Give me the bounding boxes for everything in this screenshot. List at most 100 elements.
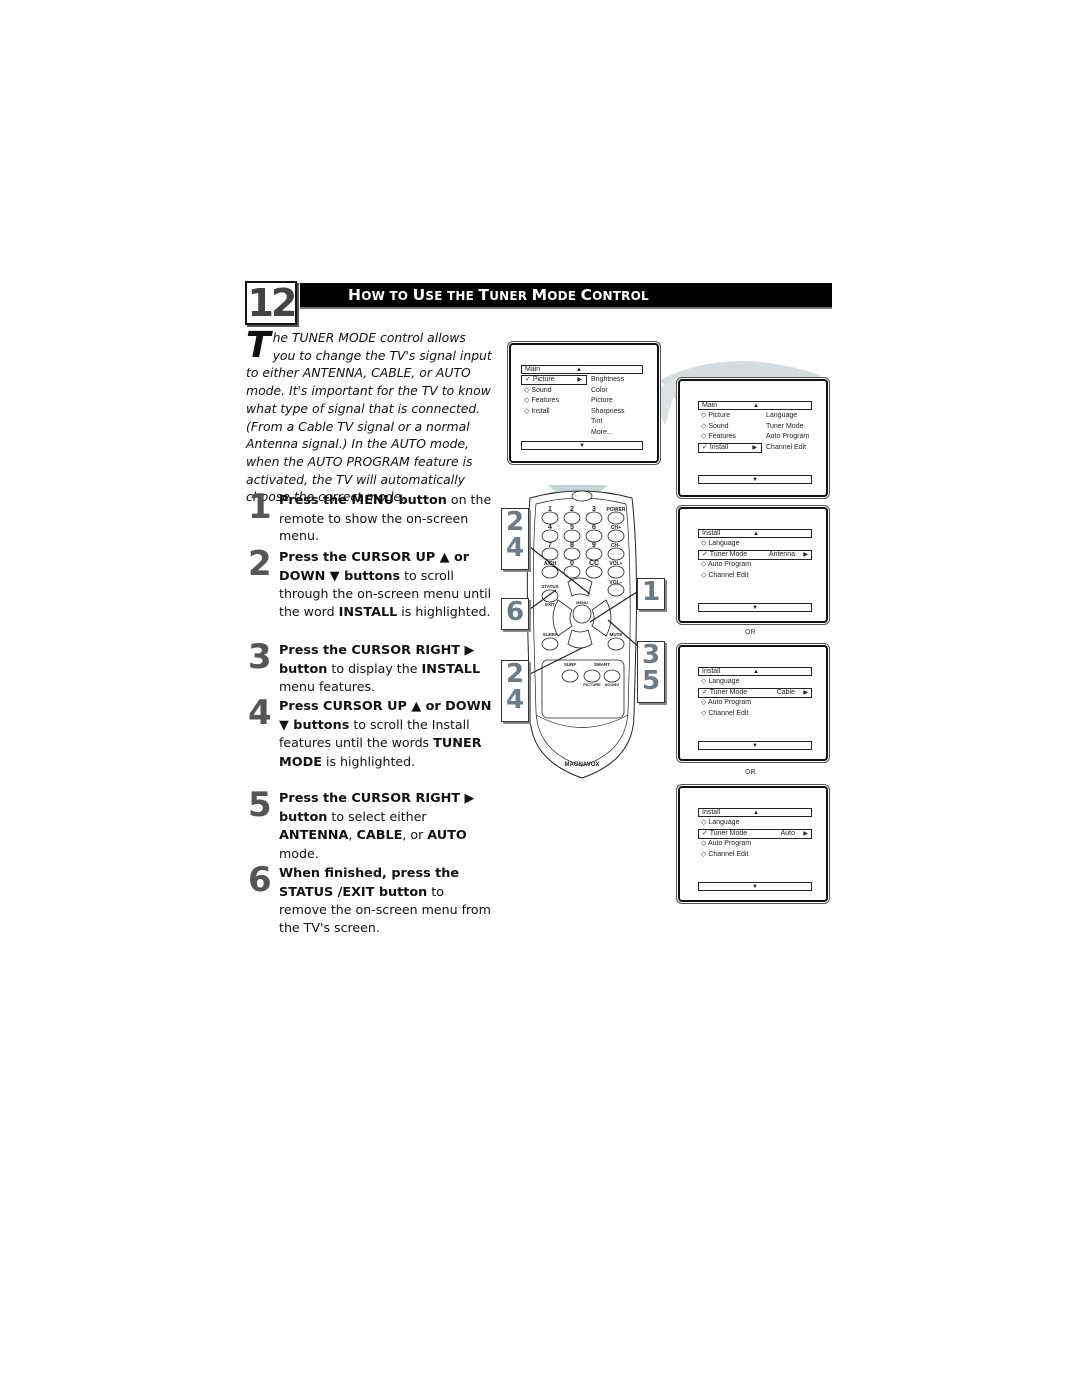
step-number: 5: [248, 785, 272, 825]
right-arrow-icon: ▶: [752, 444, 757, 451]
step-number: 3: [248, 637, 272, 677]
osd-header-label: Main: [525, 366, 541, 373]
title-fragment: T: [478, 286, 490, 304]
osd-menu-item: ◇ Channel Edit: [698, 709, 801, 719]
osd-menu-item: ◇ Sound: [521, 386, 588, 396]
intro-dropcap: T: [246, 325, 271, 366]
osd-submenu-item: Language: [766, 412, 798, 419]
up-arrow-icon: ▲: [753, 669, 759, 675]
osd-menu-item-label: Sound: [708, 422, 729, 430]
step-text-bold: AUTO: [427, 828, 467, 844]
osd-menu-item-label: Picture: [708, 412, 731, 419]
up-arrow-icon: ▲: [753, 531, 759, 537]
osd-menu-item: ✓ Picture ▶: [521, 375, 587, 385]
osd-menu-item-label: Auto Program: [707, 840, 752, 847]
check-icon: ✓: [525, 376, 533, 383]
remote-key-label: POWER: [607, 507, 626, 513]
osd-submenu-item: Auto Program: [766, 433, 810, 440]
osd-submenu-item: Sharpness: [591, 407, 625, 415]
title-fragment: C: [580, 286, 593, 304]
callout-step-1: 1: [637, 578, 665, 610]
osd-submenu-item: Color: [591, 386, 608, 394]
callout-steps-3-5: 35: [637, 641, 665, 703]
right-arrow-icon: ▶: [803, 689, 808, 696]
osd-menu-item: ◇ Features: [698, 432, 763, 442]
section-title-bar: HOW TO USE THE TUNER MODE CONTROL: [300, 283, 832, 307]
step-number: 6: [248, 860, 272, 900]
osd-menu-item-label: Language: [708, 819, 740, 826]
osd-header: Install ▲: [698, 808, 812, 817]
tuner-mode-value: Cable: [776, 688, 795, 696]
tuner-mode-value: Antenna: [768, 550, 795, 558]
osd-menu-item-label: Picture: [532, 376, 555, 383]
osd-menu-item: ◇ Picture: [698, 411, 763, 421]
title-fragment: M: [531, 286, 548, 304]
callout-number: 4: [505, 533, 525, 563]
title-fragment: ODE: [547, 289, 581, 303]
osd-menu-item: ◇ Language: [698, 818, 801, 828]
step-text: Press the MENU button on the remote to s…: [279, 491, 494, 545]
intro-text: he TUNER MODE control allows you to chan…: [246, 330, 492, 505]
step-5: 5 Press the CURSOR RIGHT ▶ button to sele…: [248, 785, 494, 862]
callout-steps-2-4-bottom: 24: [501, 660, 529, 722]
osd-menu-item: ◇ Features: [521, 396, 588, 406]
step-4: 4 Press CURSOR UP ▲ or DOWN ▼ buttons to …: [248, 693, 494, 771]
step-text-regular: to select either: [327, 808, 427, 824]
tv-screen-install-cable: Install ▲ ◇ Language ✓ Tuner Mode Cable ▶ ◇ Au…: [678, 645, 828, 761]
remote-key-label: 2: [570, 506, 574, 513]
step-1: 1 Press the MENU button on the remote to …: [248, 487, 494, 545]
callout-number: 1: [641, 577, 661, 607]
osd-header-label: Install: [702, 668, 721, 675]
check-icon: ✓: [702, 550, 710, 558]
osd-menu-item: ◇ Channel Edit: [698, 850, 801, 860]
bullet-icon: ◇: [701, 561, 708, 568]
step-3: 3 Press the CURSOR RIGHT ▶ button to disp…: [248, 637, 494, 696]
up-arrow-icon: ▲: [753, 403, 759, 409]
step-text-regular: mode.: [279, 845, 319, 861]
tv-screen-main-picture: Main ▲ ✓ Picture ▶ ◇ Sound ◇ Features ◇ Insta…: [509, 343, 659, 463]
osd-menu-item: ✓ Tuner Mode Auto ▶: [698, 828, 812, 839]
callout-steps-2-4-top: 24: [501, 508, 529, 570]
remote-key-label: 3: [592, 506, 596, 513]
step-number: 1: [248, 487, 272, 527]
title-fragment: OW TO: [361, 289, 413, 303]
osd-header-label: Install: [702, 809, 721, 816]
osd-menu-item: ◇ Language: [698, 677, 801, 687]
osd-submenu-item: Tuner Mode: [766, 422, 804, 430]
osd-header-label: Main: [702, 402, 718, 409]
osd-footer: ▼: [698, 603, 812, 612]
osd-menu-item-label: Language: [708, 678, 740, 685]
osd-submenu-item: Tint: [591, 418, 603, 425]
tuner-mode-value: Auto: [780, 829, 795, 837]
step-text-bold: ANTENNA: [279, 828, 349, 844]
step-text-bold: INSTALL: [421, 661, 481, 677]
osd-submenu-item: Channel Edit: [766, 443, 807, 451]
intro-paragraph: The TUNER MODE control allows you to cha…: [246, 325, 492, 506]
osd-menu-item: ◇ Auto Program: [698, 560, 801, 570]
title-fragment: U: [412, 286, 426, 304]
osd-menu-item-label: Channel Edit: [708, 850, 749, 858]
step-text-regular: , or: [402, 827, 428, 843]
step-text-regular: to display the: [327, 660, 422, 676]
osd-header: Main ▲: [521, 365, 643, 374]
osd-footer: ▼: [698, 882, 812, 891]
osd-header: Install ▲: [698, 529, 812, 538]
bullet-icon: ◇: [701, 840, 708, 847]
step-text: When finished, press the STATUS /EXIT bu…: [279, 864, 494, 936]
step-number: 4: [248, 693, 272, 733]
title-fragment: H: [348, 286, 362, 304]
osd-menu-item-label: Language: [708, 540, 740, 547]
callout-number: 3: [641, 640, 661, 670]
osd-menu-item-label: Tuner Mode: [709, 550, 748, 558]
osd-menu-item-label: Sound: [531, 386, 552, 394]
down-arrow-icon: ▼: [579, 443, 585, 449]
step-text-bold: INSTALL: [338, 604, 398, 620]
osd-submenu-item: Brightness: [591, 376, 625, 383]
down-arrow-icon: ▼: [752, 743, 758, 749]
page-number: 12: [245, 281, 297, 325]
step-text: Press CURSOR UP ▲ or DOWN ▼ buttons to s…: [279, 697, 494, 771]
osd-menu-item: ✓ Tuner Mode Cable ▶: [698, 687, 812, 698]
osd-footer: ▼: [521, 441, 643, 450]
osd-menu-item-label: Tuner Mode: [709, 688, 748, 696]
osd-menu-item: ✓ Tuner Mode Antenna ▶: [698, 549, 812, 560]
